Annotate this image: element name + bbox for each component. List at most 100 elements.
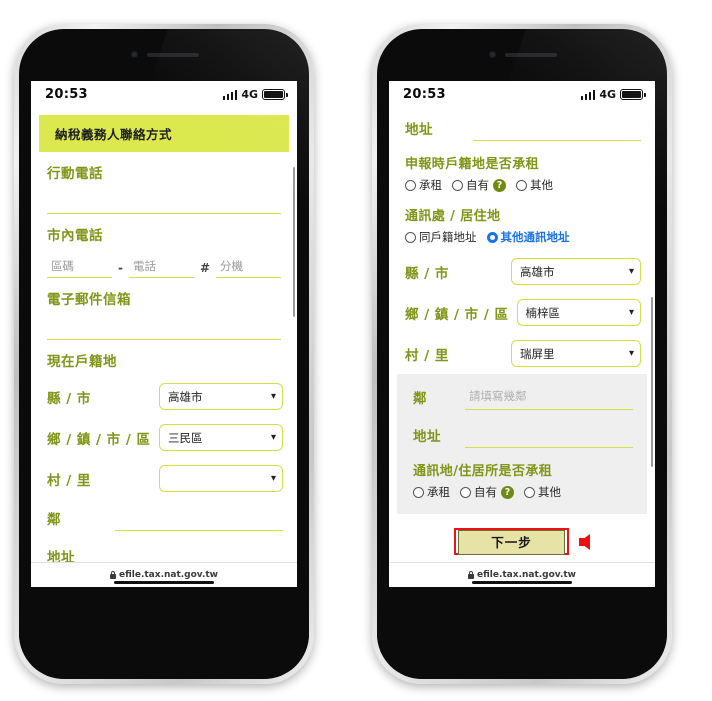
input-neighborhood-left[interactable] <box>115 505 283 531</box>
radio-contact-place-option-0[interactable]: 同戶籍地址 <box>405 229 477 245</box>
radio-dot-icon <box>405 179 416 191</box>
radio-label: 其他通訊地址 <box>500 230 570 244</box>
home-indicator-right <box>472 580 572 584</box>
chevron-down-icon: ▾ <box>270 473 276 484</box>
row-district-left: 鄉 / 鎮 / 市 / 區 三民區 ▾ <box>31 417 297 458</box>
radio-dot-icon <box>405 231 416 243</box>
url-text-left: efile.tax.nat.gov.tw <box>119 570 218 580</box>
bottom-bezel-left <box>19 587 309 679</box>
front-camera-icon <box>131 51 138 58</box>
title-rent-question-1: 申報時戶籍地是否承租 <box>405 157 540 172</box>
label-address-left: 地址 <box>47 550 75 563</box>
top-bezel-left <box>19 29 309 81</box>
label-address-right: 地址 <box>413 429 441 445</box>
chevron-down-icon: ▾ <box>628 266 634 277</box>
label-neighborhood-left: 鄰 <box>47 512 61 528</box>
battery-full-icon <box>262 88 288 100</box>
select-village-left[interactable]: ▾ <box>159 465 283 492</box>
label-city-right: 縣 / 市 <box>405 265 449 282</box>
form-page-left[interactable]: 納稅義務人聯絡方式 行動電話 市內電話 區碼 - 電話 # 分機 電子郵件信箱 … <box>31 107 297 563</box>
chevron-down-icon: ▾ <box>628 348 634 359</box>
radio-rent-1-option-1[interactable]: 自有 ? <box>452 177 506 193</box>
input-neighborhood-right[interactable]: 請填寫幾鄰 <box>465 384 633 410</box>
select-district-left[interactable]: 三民區 ▾ <box>159 424 283 451</box>
radio-group-rent-1: 承租 自有 ? 其他 <box>389 175 655 199</box>
select-district-left-value: 三民區 <box>168 430 203 445</box>
battery-full-icon <box>620 88 646 100</box>
input-area-code[interactable]: 區碼 <box>47 256 112 278</box>
input-landline-number[interactable]: 電話 <box>128 256 194 278</box>
radio-group-rent-2: 承租 自有 ? 其他 <box>397 482 647 506</box>
front-camera-icon <box>489 51 496 58</box>
help-question-icon[interactable]: ? <box>493 178 506 192</box>
earpiece-speaker-icon <box>505 53 557 57</box>
label-district-right: 鄉 / 鎮 / 市 / 區 <box>405 306 509 323</box>
vertical-scrollbar-right[interactable] <box>650 297 653 467</box>
home-indicator-left <box>114 580 214 584</box>
vertical-scrollbar-left[interactable] <box>292 167 295 317</box>
field-mobile-phone: 行動電話 <box>31 152 297 214</box>
household-section-heading: 現在戶籍地 <box>31 340 297 370</box>
url-text-right: efile.tax.nat.gov.tw <box>477 570 576 580</box>
title-contact-place: 通訊處 / 居住地 <box>405 209 501 224</box>
lock-icon <box>110 570 116 579</box>
label-district-left: 鄉 / 鎮 / 市 / 區 <box>47 431 151 448</box>
signal-bars-icon <box>222 89 238 100</box>
next-step-button[interactable]: 下一步 <box>458 530 565 555</box>
chevron-down-icon: ▾ <box>628 307 634 318</box>
row-address-left: 地址 <box>31 537 297 563</box>
network-label: 4G <box>241 87 258 101</box>
phone-body-right: 20:53 4G 地址 申報時戶籍地是否承租 承租 自有 ? 其他 通訊處 / … <box>377 29 667 679</box>
radio-label: 自有 <box>466 178 489 192</box>
radio-dot-selected-icon <box>486 231 498 243</box>
radio-dot-icon <box>452 179 463 191</box>
help-question-icon[interactable]: ? <box>501 485 514 499</box>
form-page-right[interactable]: 地址 申報時戶籍地是否承租 承租 自有 ? 其他 通訊處 / 居住地 同戶籍地址… <box>389 107 655 563</box>
row-city-left: 縣 / 市 高雄市 ▾ <box>31 376 297 417</box>
input-mobile-phone[interactable] <box>47 188 281 214</box>
placeholder-neighborhood-right: 請填寫幾鄰 <box>469 389 527 403</box>
label-landline: 市內電話 <box>47 228 103 244</box>
section-title-contact: 納稅義務人聯絡方式 <box>39 115 289 152</box>
input-email[interactable] <box>47 314 281 340</box>
row-village-right: 村 / 里 瑞屏里 ▾ <box>389 333 655 374</box>
chevron-down-icon: ▾ <box>270 391 276 402</box>
label-household-address: 現在戶籍地 <box>47 354 117 370</box>
input-address-top-right[interactable] <box>473 115 641 141</box>
radio-contact-place-option-1[interactable]: 其他通訊地址 <box>486 229 570 245</box>
label-village-left: 村 / 里 <box>47 472 91 489</box>
top-bezel-right <box>377 29 667 81</box>
input-address-left[interactable] <box>115 543 283 563</box>
radio-dot-icon <box>413 486 424 498</box>
status-bar-right: 20:53 4G <box>389 81 655 107</box>
status-time: 20:53 <box>403 86 446 102</box>
select-city-left-value: 高雄市 <box>168 389 203 404</box>
red-arrow-left-icon <box>578 533 590 550</box>
select-district-right[interactable]: 楠梓區 ▾ <box>516 299 641 326</box>
radio-rent-1-option-0[interactable]: 承租 <box>405 177 442 193</box>
radio-rent-1-option-2[interactable]: 其他 <box>516 177 553 193</box>
radio-label: 其他 <box>538 485 561 499</box>
input-address-right[interactable] <box>465 422 633 448</box>
row-address-right: 地址 <box>397 416 647 454</box>
radio-rent-2-option-1[interactable]: 自有 ? <box>460 484 514 500</box>
label-address-top-right: 地址 <box>405 122 433 138</box>
status-indicators: 4G <box>580 88 646 101</box>
row-neighborhood-right: 鄰 請填寫幾鄰 <box>397 378 647 416</box>
landline-separator: - <box>117 261 123 275</box>
input-extension[interactable]: 分機 <box>216 256 281 278</box>
signal-bars-icon <box>580 89 596 100</box>
select-city-right[interactable]: 高雄市 ▾ <box>511 258 641 285</box>
phone-device-left: 20:53 4G 納稅義務人聯絡方式 行動電話 市內電話 區碼 - 電話 # 分… <box>14 24 314 684</box>
screen-left: 20:53 4G 納稅義務人聯絡方式 行動電話 市內電話 區碼 - 電話 # 分… <box>31 81 297 587</box>
radio-rent-2-option-2[interactable]: 其他 <box>524 484 561 500</box>
lock-icon <box>468 570 474 579</box>
status-bar-left: 20:53 4G <box>31 81 297 107</box>
label-email: 電子郵件信箱 <box>47 292 131 308</box>
radio-label: 自有 <box>474 485 497 499</box>
select-village-right[interactable]: 瑞屏里 ▾ <box>511 340 641 367</box>
select-city-left[interactable]: 高雄市 ▾ <box>159 383 283 410</box>
radio-rent-2-option-0[interactable]: 承租 <box>413 484 450 500</box>
label-neighborhood-right: 鄰 <box>413 391 427 407</box>
select-village-right-value: 瑞屏里 <box>520 346 555 361</box>
